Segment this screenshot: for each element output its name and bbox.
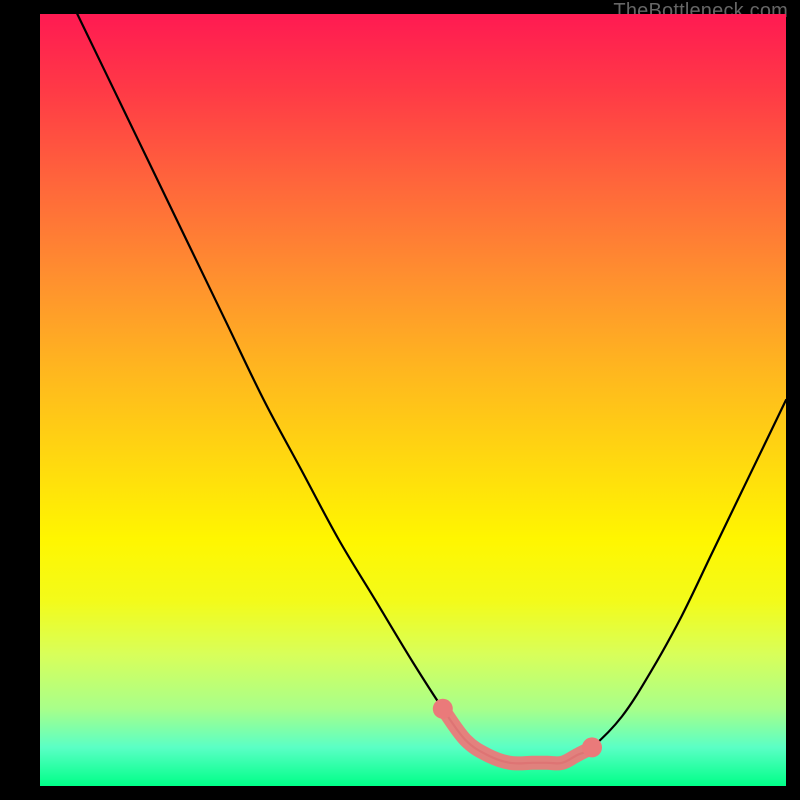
plot-area (40, 14, 786, 786)
plateau-start-dot (433, 699, 453, 719)
plateau-stroke (443, 709, 592, 764)
plateau-overlay (433, 699, 602, 764)
curve-svg (40, 14, 786, 786)
plateau-end-dot (582, 737, 602, 757)
chart-frame: TheBottleneck.com (0, 0, 800, 800)
main-curve (77, 14, 786, 763)
